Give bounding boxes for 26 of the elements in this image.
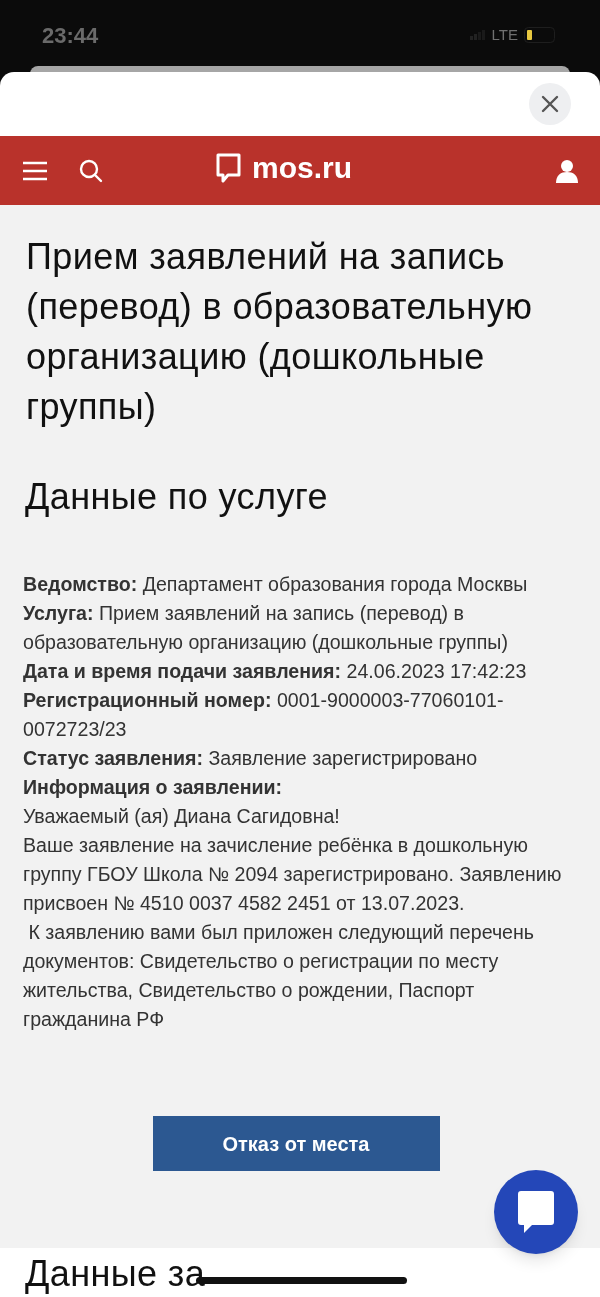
detail-text: Статус заявления: Заявление зарегистрировано [23,746,479,771]
battery-icon [524,27,558,43]
detail-text: Дата и время подачи заявления: 24.06.2023 17:42:23 [23,659,528,684]
site-logo[interactable]: mos.ru [216,153,353,183]
chat-icon [518,1191,554,1233]
detail-text: К заявлению вами был приложен следующий перечень документов: Свидетельство о регистрации по месту жительства, Свидетельство о рождении, Паспорт гражданина РФ [23,920,536,1032]
menu-icon [22,160,48,181]
detail-text: Уважаемый (ая) Диана Сагидовна! [23,804,341,829]
status-time: 23:44 [42,21,99,50]
user-icon [556,158,578,183]
close-icon [541,95,559,113]
refuse-place-button[interactable]: Отказ от места [152,1116,440,1171]
search-icon [79,158,103,183]
section-title: Данные по услуге [24,475,329,519]
close-button[interactable] [529,83,571,125]
detail-text: Услуга: Прием заявлений на запись (перевод) в образовательную организацию (дошкольные группы) [23,601,509,655]
detail-text: Информация о заявлении: [23,775,284,800]
speech-bubble-icon [216,153,241,183]
detail-text: Ваше заявление на зачисление ребёнка в дошкольную группу ГБОУ Школа № 2094 зарегистрировано. Заявлению присвоен № 4510 0037 4582 2451 от 13.07.2023. [23,833,563,916]
network-label: LTE [491,24,518,45]
menu-button[interactable] [22,160,48,181]
search-button[interactable] [79,158,103,183]
page-title: Прием заявлений на запись (перевод) в образовательную организацию (дошкольные группы) [25,235,534,429]
detail-text: Ведомство: Департамент образования города Москвы [23,572,529,597]
profile-button[interactable] [556,158,578,183]
detail-text: Регистрационный номер: 0001-9000003-77060101-0072723/23 [23,688,505,742]
